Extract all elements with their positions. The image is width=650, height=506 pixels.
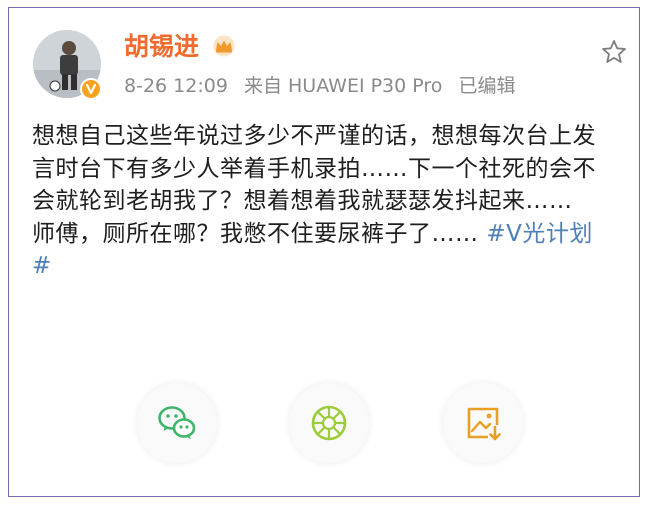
star-icon[interactable] [600,38,628,66]
verified-v-icon [80,78,102,100]
post-date: 8-26 12:09 [124,75,228,97]
save-image-button[interactable] [443,383,523,463]
post-source[interactable]: 来自 HUAWEI P30 Pro [244,75,442,97]
share-wechat-button[interactable] [137,383,217,463]
post-text: 想想自己这些年说过多少不严谨的话，想想每次台上发言时台下有多少人举着手机录拍……… [32,120,612,283]
share-moments-button[interactable] [289,383,369,463]
edited-label[interactable]: 已编辑 [458,75,515,97]
post-paragraph: 师傅，厕所在哪？我憋不住要尿裤子了…… #V光计划# [32,218,612,283]
wechat-icon [158,406,196,439]
moments-icon [311,405,347,441]
post-paragraph: 想想自己这些年说过多少不严谨的话，想想每次台上发言时台下有多少人举着手机录拍……… [32,123,596,214]
post-paragraph-text: 师傅，厕所在哪？我憋不住要尿裤子了…… [32,220,487,247]
author-name[interactable]: 胡锡进 [124,32,199,62]
save-image-icon [467,407,501,441]
post-meta: 8-26 12:09 来自 HUAWEI P30 Pro 已编辑 [124,73,525,99]
crown-icon[interactable] [211,35,237,57]
